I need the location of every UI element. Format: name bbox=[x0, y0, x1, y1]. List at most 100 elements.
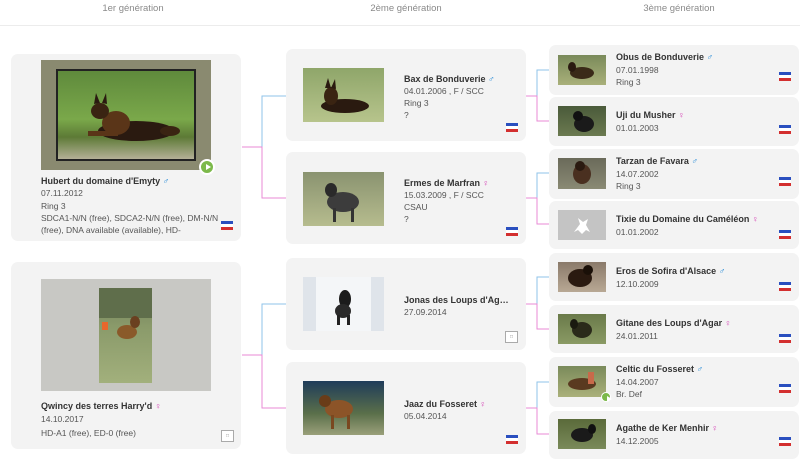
dog-name: Obus de Bonduverie bbox=[616, 52, 705, 62]
male-icon: ♂ bbox=[162, 176, 170, 186]
dog-card-gen3[interactable]: Tixie du Domaine du Caméléon ♀ 01.01.200… bbox=[549, 201, 799, 249]
dog-name-line: Bax de Bonduverie ♂ bbox=[404, 74, 514, 84]
unknown-flag-icon: □ bbox=[505, 331, 518, 343]
dog-silhouette-icon bbox=[571, 424, 596, 442]
dog-photo[interactable] bbox=[303, 68, 384, 122]
dog-card-gen2[interactable]: Bax de Bonduverie ♂ 04.01.2006 , F / SCC… bbox=[286, 49, 526, 141]
dog-silhouette-icon bbox=[568, 372, 596, 390]
dog-note: ? bbox=[404, 110, 409, 120]
dog-birthdate: 04.01.2006 , F / SCC bbox=[404, 86, 484, 96]
france-flag-icon bbox=[779, 177, 791, 187]
dog-title: Ring 3 bbox=[616, 181, 641, 191]
dog-name-line: Jonas des Loups d'Agar... bbox=[404, 295, 510, 305]
dog-card-gen2[interactable]: Jaaz du Fosseret ♀ 05.04.2014 bbox=[286, 362, 526, 454]
dog-photo[interactable] bbox=[558, 106, 606, 136]
france-flag-icon bbox=[506, 435, 518, 445]
female-icon: ♀ bbox=[154, 401, 162, 411]
dog-name: Gitane des Loups d'Agar bbox=[616, 318, 723, 328]
dog-title: CSAU bbox=[404, 202, 428, 212]
france-flag-icon bbox=[779, 282, 791, 292]
dog-silhouette-icon bbox=[99, 288, 152, 339]
dog-photo[interactable] bbox=[558, 419, 606, 449]
dog-name: Qwincy des terres Harry'd bbox=[41, 401, 153, 411]
france-flag-icon bbox=[779, 334, 791, 344]
dog-name-line: Hubert du domaine d'Emyty ♂ bbox=[41, 176, 231, 186]
dog-photo[interactable] bbox=[41, 279, 211, 391]
france-flag-icon bbox=[506, 227, 518, 237]
video-play-icon[interactable] bbox=[199, 159, 215, 175]
male-icon: ♂ bbox=[706, 52, 714, 62]
dog-card-gen3[interactable]: Tarzan de Favara ♂ 14.07.2002 Ring 3 bbox=[549, 149, 799, 199]
dog-name-line: Celtic du Fosseret ♂ bbox=[616, 364, 776, 374]
dog-photo[interactable] bbox=[303, 277, 384, 331]
dog-name-line: Tixie du Domaine du Caméléon ♀ bbox=[616, 214, 791, 224]
dog-birthdate: 24.01.2011 bbox=[616, 331, 658, 341]
france-flag-icon bbox=[779, 230, 791, 240]
dog-silhouette-icon bbox=[573, 111, 594, 132]
dog-photo[interactable] bbox=[558, 366, 606, 397]
dog-name: Agathe de Ker Menhir bbox=[616, 423, 710, 433]
dog-photo[interactable] bbox=[41, 60, 211, 170]
dog-photo[interactable] bbox=[558, 158, 606, 189]
dog-photo[interactable] bbox=[558, 262, 606, 292]
dog-name: Tixie du Domaine du Caméléon bbox=[616, 214, 750, 224]
dog-name: Eros de Sofira d'Alsace bbox=[616, 266, 717, 276]
dog-name-line: Qwincy des terres Harry'd ♀ bbox=[41, 401, 231, 411]
dog-card-gen3[interactable]: Gitane des Loups d'Agar ♀ 24.01.2011 bbox=[549, 305, 799, 353]
dog-silhouette-icon bbox=[568, 265, 593, 287]
dog-card-gen3[interactable]: Agathe de Ker Menhir ♀ 14.12.2005 bbox=[549, 411, 799, 459]
dog-birthdate: 14.12.2005 bbox=[616, 436, 659, 446]
dog-name-line: Gitane des Loups d'Agar ♀ bbox=[616, 318, 776, 328]
dog-birthdate: 15.03.2009 , F / SCC bbox=[404, 190, 484, 200]
dog-birthdate: 27.09.2014 bbox=[404, 307, 447, 317]
dog-health-results: SDCA1-N/N (free), SDCA2-N/N (free), DM-N… bbox=[41, 213, 219, 235]
dog-silhouette-icon bbox=[325, 183, 359, 222]
dog-silhouette-icon bbox=[321, 78, 369, 113]
dog-title: Ring 3 bbox=[41, 201, 66, 211]
dog-name: Jaaz du Fosseret bbox=[404, 399, 478, 409]
france-flag-icon bbox=[779, 72, 791, 82]
dog-photo[interactable] bbox=[303, 381, 384, 435]
dog-title: Ring 3 bbox=[404, 98, 429, 108]
video-play-icon[interactable] bbox=[601, 392, 612, 402]
dog-card-gen2[interactable]: Ermes de Marfran ♀ 15.03.2009 , F / SCC … bbox=[286, 152, 526, 244]
dog-birthdate: 05.04.2014 bbox=[404, 411, 447, 421]
female-icon: ♀ bbox=[678, 110, 685, 120]
dog-name-line: Jaaz du Fosseret ♀ bbox=[404, 399, 514, 409]
france-flag-icon bbox=[506, 123, 518, 133]
dog-silhouette-icon bbox=[568, 62, 594, 79]
dog-card-gen3[interactable]: Uji du Musher ♀ 01.01.2003 bbox=[549, 97, 799, 146]
dog-photo[interactable] bbox=[558, 55, 606, 85]
dog-placeholder-icon bbox=[574, 218, 590, 234]
dog-silhouette-icon bbox=[88, 93, 180, 141]
dog-name: Hubert du domaine d'Emyty bbox=[41, 176, 161, 186]
female-icon: ♀ bbox=[751, 214, 759, 224]
dog-birthdate: 14.04.2007 bbox=[616, 377, 659, 387]
female-icon: ♀ bbox=[479, 399, 487, 409]
dog-card-gen3[interactable]: Eros de Sofira d'Alsace ♂ 12.10.2009 bbox=[549, 253, 799, 301]
dog-name: Ermes de Marfran bbox=[404, 178, 481, 188]
dog-card-sire[interactable]: Hubert du domaine d'Emyty ♂ 07.11.2012 R… bbox=[11, 54, 241, 241]
dog-photo[interactable] bbox=[558, 314, 606, 344]
dog-card-gen3[interactable]: Celtic du Fosseret ♂ 14.04.2007 Br. Def bbox=[549, 357, 799, 407]
male-icon: ♂ bbox=[488, 74, 495, 84]
dog-photo-placeholder[interactable] bbox=[558, 210, 606, 240]
dog-name: Tarzan de Favara bbox=[616, 156, 689, 166]
dog-photo[interactable] bbox=[303, 172, 384, 226]
france-flag-icon bbox=[779, 384, 791, 394]
female-icon: ♀ bbox=[724, 318, 732, 328]
dog-card-gen2[interactable]: Jonas des Loups d'Agar... 27.09.2014 □ bbox=[286, 258, 526, 350]
france-flag-icon bbox=[779, 125, 791, 135]
dog-birthdate: 01.01.2002 bbox=[616, 227, 659, 237]
male-icon: ♂ bbox=[696, 364, 704, 374]
dog-note: ? bbox=[404, 214, 409, 224]
dog-birthdate: 14.07.2002 bbox=[616, 169, 659, 179]
male-icon: ♂ bbox=[718, 266, 726, 276]
dog-name: Jonas des Loups d'Agar... bbox=[404, 295, 510, 305]
dog-card-gen3[interactable]: Obus de Bonduverie ♂ 07.01.1998 Ring 3 bbox=[549, 45, 799, 95]
dog-silhouette-icon bbox=[319, 395, 353, 429]
dog-name-line: Eros de Sofira d'Alsace ♂ bbox=[616, 266, 776, 276]
dog-birthdate: 07.01.1998 bbox=[616, 65, 659, 75]
female-icon: ♀ bbox=[711, 423, 719, 433]
dog-card-dam[interactable]: Qwincy des terres Harry'd ♀ 14.10.2017 H… bbox=[11, 262, 241, 449]
